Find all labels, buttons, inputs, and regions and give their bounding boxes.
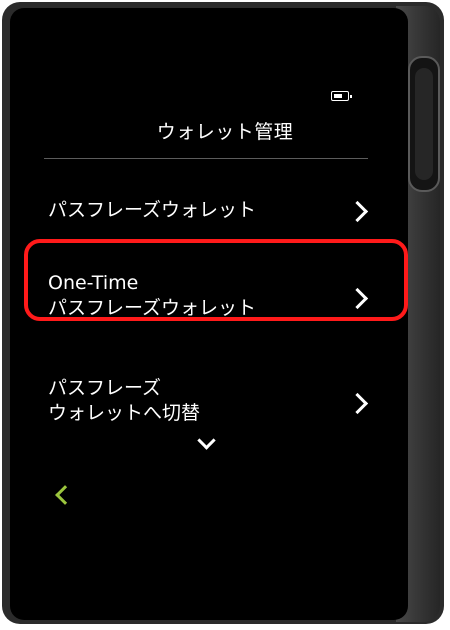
battery-icon	[331, 91, 352, 101]
highlight-box	[24, 239, 408, 321]
divider	[44, 158, 368, 159]
menu-item-label-line1: パスフレーズ	[48, 377, 162, 399]
menu-item-label: パスフレーズウォレット	[48, 199, 257, 221]
menu-item-label-line2: ウォレットへ切替	[48, 402, 201, 424]
menu-item-passphrase-wallet[interactable]: パスフレーズウォレット	[48, 198, 378, 223]
menu-item-switch-to-passphrase-wallet[interactable]: パスフレーズ ウォレットへ切替	[48, 376, 378, 426]
page-title: ウォレット管理	[156, 121, 294, 143]
